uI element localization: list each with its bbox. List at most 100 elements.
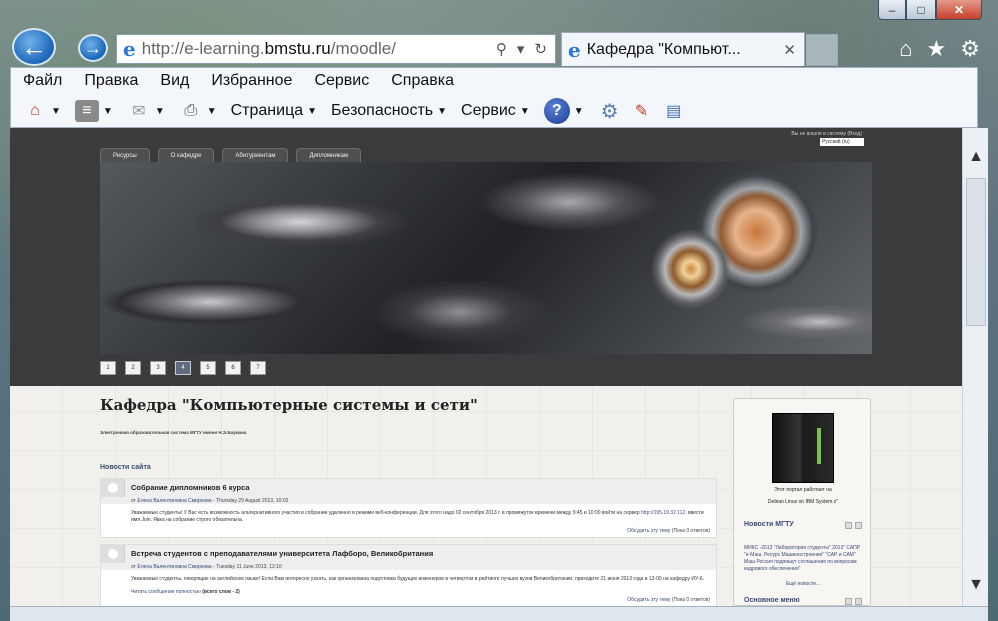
slide-2-button[interactable]: 2 bbox=[125, 361, 141, 375]
address-bar[interactable]: e http://e-learning. bmstu.ru/moodle/ ⚲ ▾… bbox=[116, 34, 556, 64]
tools-menu-label[interactable]: Сервис bbox=[461, 102, 516, 120]
menu-favorites[interactable]: Избранное bbox=[211, 72, 292, 94]
address-actions: ⚲ ▾ ↻ bbox=[496, 40, 555, 58]
avatar[interactable] bbox=[101, 479, 125, 497]
browser-tab[interactable]: e Кафедра "Компьют... ✕ bbox=[561, 32, 805, 66]
home-small-icon[interactable]: ⌂ bbox=[23, 100, 47, 122]
search-icon[interactable]: ⚲ bbox=[496, 40, 507, 58]
back-arrow-icon: ← bbox=[21, 31, 47, 62]
menu-tools[interactable]: Сервис bbox=[314, 72, 369, 94]
dropdown-icon[interactable]: ▾ bbox=[517, 40, 525, 58]
rss-dropdown-icon[interactable]: ▼ bbox=[103, 106, 113, 117]
home-icon[interactable]: ⌂ bbox=[899, 36, 912, 62]
post-author-line: от Елена Валентиновна Смирнова - Tuesday… bbox=[101, 563, 716, 570]
navigation-row: ← → e http://e-learning. bmstu.ru/moodle/… bbox=[10, 24, 988, 68]
tab-resources[interactable]: Ресурсы bbox=[100, 148, 150, 162]
tab-about[interactable]: О кафедре bbox=[157, 148, 215, 162]
tab-applicants[interactable]: Абитуриентам bbox=[222, 148, 289, 162]
tab-graduates[interactable]: Дипломникам bbox=[296, 148, 362, 162]
page-menu-label[interactable]: Страница bbox=[231, 102, 304, 120]
ie-logo-icon: e bbox=[123, 37, 136, 61]
post-footer: Обсудить эту тему (Пока 0 ответов) bbox=[101, 526, 716, 537]
post-title: Встреча студентов с преподавателями унив… bbox=[131, 549, 434, 558]
settings-gear-icon[interactable]: ⚙ bbox=[960, 36, 980, 62]
help-icon[interactable]: ? bbox=[543, 98, 570, 124]
block-hide-icon[interactable] bbox=[855, 522, 862, 529]
ibm-server-image bbox=[772, 413, 834, 483]
post-body: Уважаемые студенты! У Вас есть возможнос… bbox=[101, 504, 716, 526]
slide-4-button[interactable]: 4 bbox=[175, 361, 191, 375]
block-dock-icon[interactable] bbox=[845, 598, 852, 605]
mail-icon[interactable]: ✉ bbox=[127, 100, 151, 122]
language-select[interactable]: Русский (ru) bbox=[820, 138, 864, 146]
post-body-text: Уважаемые студенты! У Вас есть возможнос… bbox=[131, 510, 640, 516]
gear-icon[interactable]: ⚙ bbox=[598, 100, 622, 123]
vertical-scrollbar[interactable]: ▲ ▼ bbox=[962, 128, 988, 606]
discuss-link[interactable]: Обсудить эту тему bbox=[627, 528, 670, 534]
close-tab-icon[interactable]: ✕ bbox=[783, 41, 796, 59]
news-post: Встреча студентов с преподавателями унив… bbox=[100, 544, 717, 606]
tab-title: Кафедра "Компьют... bbox=[586, 40, 741, 58]
slide-3-button[interactable]: 3 bbox=[150, 361, 166, 375]
forward-arrow-icon: → bbox=[84, 37, 102, 58]
scroll-down-icon[interactable]: ▼ bbox=[963, 570, 989, 600]
maximize-button[interactable]: □ bbox=[906, 0, 936, 20]
window-caption-buttons: – □ ✕ bbox=[878, 0, 982, 22]
main-menu-title: Основное меню bbox=[744, 597, 800, 604]
post-author-link[interactable]: Елена Валентиновна Смирнова bbox=[137, 498, 211, 504]
post-author-link[interactable]: Елена Валентиновна Смирнова bbox=[137, 564, 211, 570]
tools-dropdown-icon[interactable]: ▼ bbox=[520, 106, 530, 117]
security-menu-label[interactable]: Безопасность bbox=[331, 102, 433, 120]
more-news-link[interactable]: Ещё новости... bbox=[734, 581, 872, 587]
favorites-star-icon[interactable]: ★ bbox=[927, 36, 947, 62]
site-tabs: Ресурсы О кафедре Абитуриентам Дипломник… bbox=[100, 148, 362, 162]
url-path: /moodle/ bbox=[330, 39, 396, 58]
discuss-link[interactable]: Обсудить эту тему bbox=[627, 597, 670, 603]
site-news-heading[interactable]: Новости сайта bbox=[100, 464, 151, 471]
refresh-icon[interactable]: ↻ bbox=[534, 40, 547, 58]
translate-icon[interactable]: ✎ bbox=[630, 100, 654, 122]
bmstu-news-text[interactable]: МИКС -2013 "Лаборатория студенты" 2013" … bbox=[744, 545, 864, 573]
menu-file[interactable]: Файл bbox=[23, 72, 62, 94]
block-hide-icon[interactable] bbox=[855, 598, 862, 605]
reply-count: (Пока 0 ответов) bbox=[670, 597, 710, 603]
browser-toolbars: Файл Правка Вид Избранное Сервис Справка… bbox=[10, 67, 978, 128]
post-server-link[interactable]: http://195.19.32.112 bbox=[641, 510, 685, 516]
slide-7-button[interactable]: 7 bbox=[250, 361, 266, 375]
rss-feed-icon[interactable]: ≡ bbox=[74, 100, 99, 122]
close-window-button[interactable]: ✕ bbox=[936, 0, 982, 20]
help-dropdown-icon[interactable]: ▼ bbox=[574, 106, 584, 117]
reply-count: (Пока 0 ответов) bbox=[670, 528, 710, 534]
post-by: от bbox=[131, 564, 136, 570]
print-dropdown-icon[interactable]: ▼ bbox=[207, 106, 217, 117]
home-dropdown-icon[interactable]: ▼ bbox=[51, 106, 61, 117]
menu-help[interactable]: Справка bbox=[391, 72, 454, 94]
slide-1-button[interactable]: 1 bbox=[100, 361, 116, 375]
slide-6-button[interactable]: 6 bbox=[225, 361, 241, 375]
forward-button[interactable]: → bbox=[78, 34, 108, 62]
security-dropdown-icon[interactable]: ▼ bbox=[437, 106, 447, 117]
print-icon[interactable]: ⎙ bbox=[179, 100, 203, 122]
new-tab-button[interactable] bbox=[806, 34, 838, 66]
avatar[interactable] bbox=[101, 545, 125, 563]
word-count: (всего слов - 2) bbox=[200, 589, 240, 595]
scroll-thumb[interactable] bbox=[966, 178, 986, 326]
ie-tab-icon: e bbox=[568, 37, 581, 62]
command-bar: ⌂ ▼ ≡ ▼ ✉ ▼ ⎙ ▼ Страница ▼ Безопасность ▼ Серв… bbox=[11, 94, 977, 126]
page-subtitle: Электронная образовательная система МГТУ… bbox=[100, 430, 247, 435]
right-sidebar: Этот портал работает на Debian Linux on … bbox=[733, 398, 871, 606]
page-dropdown-icon[interactable]: ▼ bbox=[307, 106, 317, 117]
menu-edit[interactable]: Правка bbox=[84, 72, 138, 94]
minimize-button[interactable]: – bbox=[878, 0, 906, 20]
slide-5-button[interactable]: 5 bbox=[200, 361, 216, 375]
menu-view[interactable]: Вид bbox=[160, 72, 189, 94]
back-button[interactable]: ← bbox=[12, 28, 56, 66]
post-footer: Обсудить эту тему (Пока 0 ответов) bbox=[101, 595, 716, 606]
news-post: Собрание дипломников 6 курса от Елена Ва… bbox=[100, 478, 717, 538]
scroll-up-icon[interactable]: ▲ bbox=[963, 142, 989, 172]
post-author-line: от Елена Валентиновна Смирнова - Thursda… bbox=[101, 497, 716, 504]
mail-dropdown-icon[interactable]: ▼ bbox=[155, 106, 165, 117]
read-more-link[interactable]: Читать сообщение полностью bbox=[131, 589, 201, 595]
research-icon[interactable]: ▤ bbox=[662, 100, 686, 122]
block-dock-icon[interactable] bbox=[845, 522, 852, 529]
